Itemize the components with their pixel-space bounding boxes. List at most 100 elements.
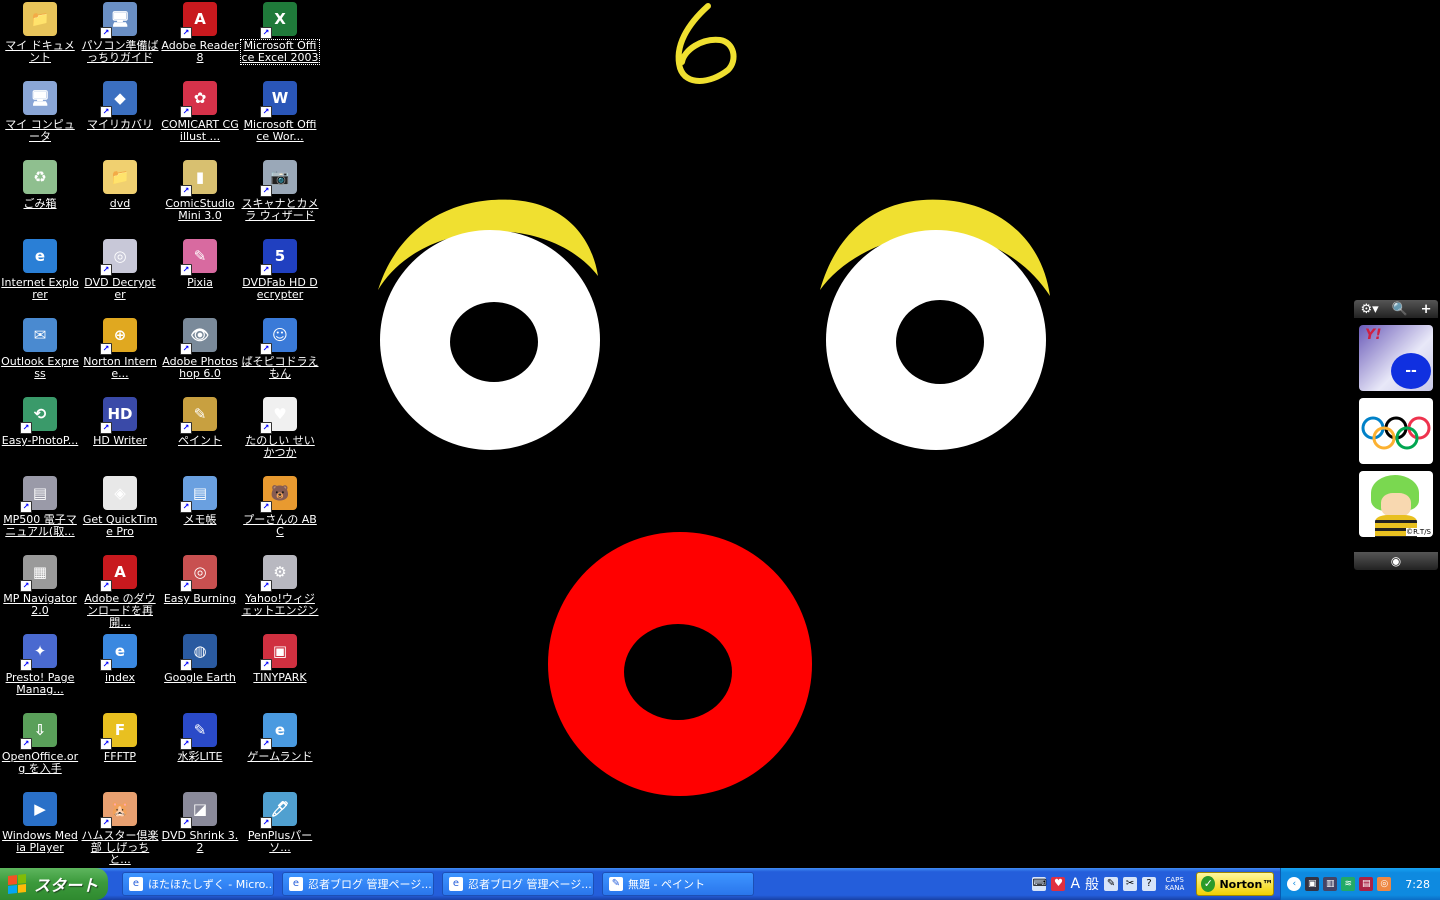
desktop-icon[interactable]: ▶ Windows Media Player: [0, 790, 80, 869]
desktop-icon[interactable]: 📁 dvd: [80, 158, 160, 237]
desktop-icon-image-icon: ◪ ↗: [180, 792, 217, 829]
icon-glyph: ⟲: [33, 405, 47, 423]
shortcut-arrow-icon: ↗: [180, 106, 192, 118]
desktop-icon[interactable]: ⊕ ↗ Norton Interne...: [80, 316, 160, 395]
icon-glyph: HD: [107, 405, 133, 423]
desktop-icon[interactable]: ▣ ↗ TINYPARK: [240, 632, 320, 711]
help-icon[interactable]: ?: [1142, 877, 1157, 891]
character-gadget[interactable]: ©R.T/S: [1359, 471, 1433, 537]
media-icon[interactable]: ◎: [1377, 877, 1392, 891]
ime-heart-icon[interactable]: ♥: [1051, 877, 1066, 891]
desktop-icon[interactable]: 🖥 ↗ パソコン準備ばっちりガイド: [80, 0, 160, 79]
desktop-icon[interactable]: ◆ ↗ マイリカバリ: [80, 79, 160, 158]
desktop-icon-label: Easy Burning: [163, 593, 237, 605]
desktop-icon-image-icon: e: [23, 239, 57, 273]
desktop-icon[interactable]: ▤ ↗ メモ帳: [160, 474, 240, 553]
icon-glyph: ♻: [33, 168, 47, 186]
keyboard-icon[interactable]: ⌨: [1032, 877, 1047, 891]
camera-icon[interactable]: ◉: [1391, 554, 1401, 568]
icon-glyph: ✎: [193, 405, 207, 423]
desktop-icon[interactable]: ✦ ↗ Presto! PageManag...: [0, 632, 80, 711]
gadget-settings-icon[interactable]: ⚙▾: [1360, 302, 1378, 317]
desktop-icon[interactable]: ▦ ↗ MP Navigator 2.0: [0, 553, 80, 632]
desktop-icon[interactable]: ◎ ↗ Easy Burning: [160, 553, 240, 632]
norton-button[interactable]: ✓ Norton™: [1196, 872, 1275, 896]
taskbar-window-button[interactable]: e 忍者ブログ 管理ページ...: [282, 872, 434, 896]
shortcut-arrow-icon: ↗: [260, 817, 272, 829]
desktop-icon[interactable]: 🖥 マイ コンピュータ: [0, 79, 80, 158]
desktop-icon-image-icon: ▤ ↗: [180, 476, 217, 513]
icon-glyph: 📁: [110, 168, 130, 186]
system-tray: ‹ ▣ ▥ ≋ ▤ ◎ 7:28: [1280, 868, 1440, 900]
norton-label: Norton™: [1219, 877, 1274, 891]
chevron-left-icon[interactable]: ‹: [1287, 877, 1302, 891]
desktop-icon[interactable]: ◍ ↗ Google Earth: [160, 632, 240, 711]
desktop-icon[interactable]: W ↗ Microsoft Office Wor...: [240, 79, 320, 158]
desktop-icon-label: Easy-PhotoP...: [1, 435, 79, 447]
desktop-icon[interactable]: 📁 マイ ドキュメント: [0, 0, 80, 79]
desktop-icon[interactable]: ⟲ ↗ Easy-PhotoP...: [0, 395, 80, 474]
desktop-icon[interactable]: ⇩ ↗ OpenOffice.org を入手: [0, 711, 80, 790]
taskbar-window-button[interactable]: e ほたほたしずく - Micro...: [122, 872, 274, 896]
desktop-icon[interactable]: 👁 ↗ Adobe Photoshop 6.0: [160, 316, 240, 395]
shortcut-arrow-icon: ↗: [180, 343, 192, 355]
network-icon[interactable]: ▥: [1323, 877, 1338, 891]
desktop-icon[interactable]: ☺ ↗ ぱそピコドラえもん: [240, 316, 320, 395]
desktop-icon-image-icon: ✎ ↗: [180, 239, 217, 276]
ime-mode[interactable]: 般: [1085, 874, 1099, 894]
window-title: 忍者ブログ 管理ページ...: [468, 878, 592, 891]
desktop-icon[interactable]: ♻ ごみ箱: [0, 158, 80, 237]
desktop-icon[interactable]: ♥ ↗ たのしい せいかつか: [240, 395, 320, 474]
desktop-icon-label: DVD Decrypter: [84, 277, 156, 301]
desktop-icon[interactable]: ✉ Outlook Express: [0, 316, 80, 395]
olympic-rings-gadget[interactable]: [1359, 398, 1433, 464]
display-icon[interactable]: ▤: [1359, 877, 1374, 891]
desktop-icon[interactable]: ◪ ↗ DVD Shrink 3.2: [160, 790, 240, 869]
yahoo-gadget[interactable]: Y! --: [1359, 325, 1433, 391]
desktop-icon[interactable]: 🐻 ↗ プーさんの ABC: [240, 474, 320, 553]
desktop-icon-label: Presto! PageManag...: [5, 672, 75, 696]
desktop-icon[interactable]: ▮ ↗ ComicStudio Mini 3.0: [160, 158, 240, 237]
clock[interactable]: 7:28: [1405, 878, 1430, 891]
desktop-icon[interactable]: 📷 ↗ スキャナとカメラ ウィザード: [240, 158, 320, 237]
desktop-icon[interactable]: 🖊 ↗ PenPlusパーソ...: [240, 790, 320, 869]
start-button[interactable]: スタート: [0, 868, 108, 900]
icon-glyph: 👁: [190, 326, 210, 344]
desktop-icon[interactable]: A ↗ Adobe Reader 8: [160, 0, 240, 79]
desktop-icon[interactable]: 🐹 ↗ ハムスター倶楽部 しげっちと...: [80, 790, 160, 869]
camera-tray-icon[interactable]: ▣: [1305, 877, 1320, 891]
ime-pad-icon[interactable]: ✎: [1104, 877, 1119, 891]
desktop-icon[interactable]: e ↗ ゲームランド: [240, 711, 320, 790]
ime-tool-icon[interactable]: ✂: [1123, 877, 1138, 891]
desktop-icon[interactable]: ◎ ↗ DVD Decrypter: [80, 237, 160, 316]
wireless-icon[interactable]: ≋: [1341, 877, 1356, 891]
desktop-icon[interactable]: e Internet Explorer: [0, 237, 80, 316]
desktop-icon[interactable]: ▤ ↗ MP500 電子マニュアル(取...: [0, 474, 80, 553]
desktop-icon[interactable]: e ↗ index: [80, 632, 160, 711]
desktop-icon[interactable]: F ↗ FFFTP: [80, 711, 160, 790]
desktop-icon[interactable]: HD ↗ HD Writer: [80, 395, 160, 474]
desktop-icon-image-icon: 🐹 ↗: [100, 792, 137, 829]
gadget-search-icon[interactable]: 🔍: [1392, 302, 1408, 317]
desktop-icon[interactable]: A ↗ Adobe のダウンロードを再開...: [80, 553, 160, 632]
desktop-icon[interactable]: ✿ ↗ COMICART CG illust ...: [160, 79, 240, 158]
window-title: ほたほたしずく - Micro...: [148, 878, 274, 891]
desktop-icon-label: マイ コンピュータ: [5, 119, 75, 143]
desktop-icon-label: PenPlusパーソ...: [247, 830, 313, 854]
desktop-icon-grid: 📁 マイ ドキュメント 🖥 ↗ パソコン準備ばっちりガイド A ↗ Adobe Reader …: [0, 0, 320, 868]
icon-glyph: X: [274, 10, 286, 28]
desktop-icon[interactable]: ⚙ ↗ Yahoo!ウィジェットエンジン: [240, 553, 320, 632]
desktop-icon[interactable]: ✎ ↗ Pixia: [160, 237, 240, 316]
desktop-icon[interactable]: ✎ ↗ ペイント: [160, 395, 240, 474]
gadget-add-icon[interactable]: +: [1421, 302, 1432, 317]
taskbar-window-button[interactable]: ✎ 無題 - ペイント: [602, 872, 754, 896]
desktop-icon-label: index: [104, 672, 136, 684]
desktop-icon[interactable]: ✎ ↗ 水彩LITE: [160, 711, 240, 790]
taskbar-window-button[interactable]: e 忍者ブログ 管理ページ...: [442, 872, 594, 896]
input-mode[interactable]: A: [1070, 876, 1080, 892]
desktop-icon[interactable]: X ↗ Microsoft Office Excel 2003: [240, 0, 320, 79]
desktop-icon[interactable]: ◈ Get QuickTime Pro: [80, 474, 160, 553]
desktop-icon[interactable]: 5 ↗ DVDFab HD Decrypter: [240, 237, 320, 316]
yellow-number-doodle: [675, 3, 737, 84]
desktop-icon-image-icon: ⊕ ↗: [100, 318, 137, 355]
